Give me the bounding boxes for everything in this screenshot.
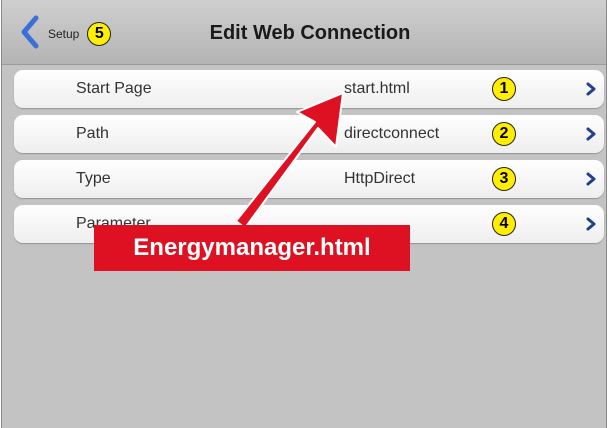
callout-badge-2: 2 (492, 122, 516, 146)
row-path[interactable]: Path directconnect 2 (14, 115, 604, 153)
page-title: Edit Web Connection (209, 22, 411, 44)
chevron-right-icon (586, 172, 596, 191)
row-value: HttpDirect (344, 170, 416, 187)
row-type[interactable]: Type HttpDirect 3 (14, 160, 604, 198)
row-label: Type (76, 170, 111, 187)
screen: Setup 5 Edit Web Connection Start Page s… (1, 0, 607, 428)
header-bar: Setup 5 Edit Web Connection (2, 0, 606, 65)
callout-badge-3: 3 (492, 167, 516, 191)
chevron-right-icon (586, 82, 596, 101)
row-label: Start Page (76, 80, 152, 97)
row-value: start.html (344, 80, 410, 97)
chevron-right-icon (586, 127, 596, 146)
row-label: Path (76, 125, 109, 142)
callout-badge-1: 1 (492, 77, 516, 101)
row-start-page[interactable]: Start Page start.html 1 (14, 70, 604, 108)
callout-badge-4: 4 (492, 212, 516, 236)
row-value: directconnect (344, 125, 440, 142)
annotation-callout: Energymanager.html (94, 225, 410, 271)
chevron-right-icon (586, 217, 596, 236)
